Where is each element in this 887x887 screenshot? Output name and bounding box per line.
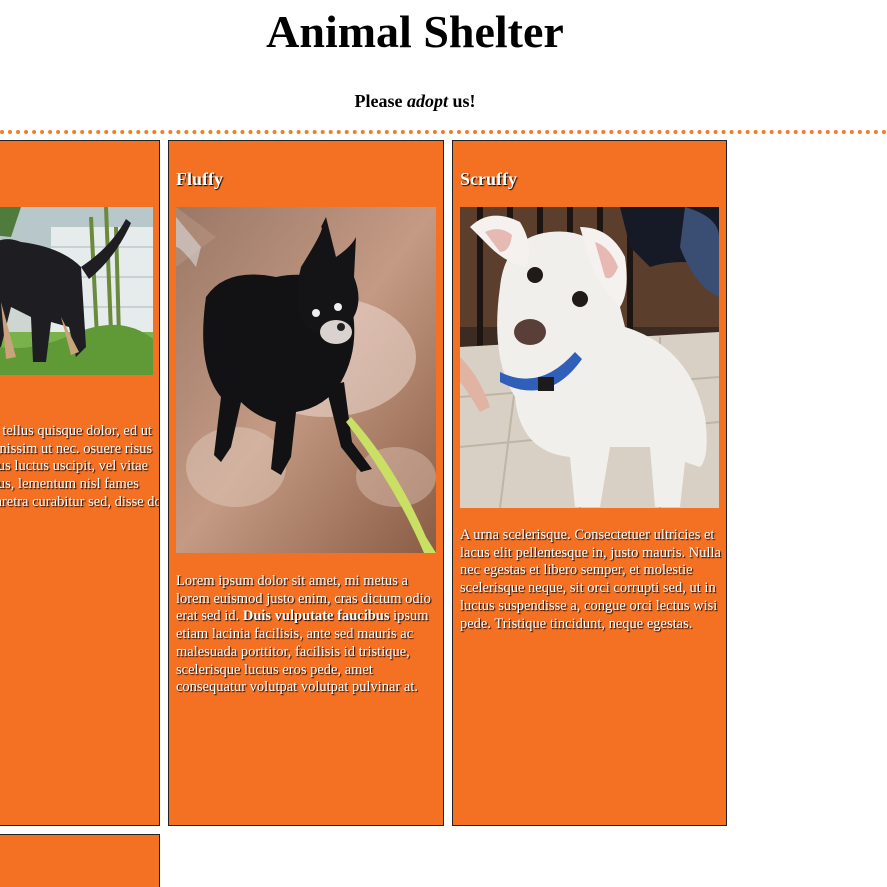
pet-description: uat tellus quisque dolor, ed ut dignissi… xyxy=(0,423,159,510)
pet-name: Scruffy xyxy=(460,169,517,189)
pet-photo-fluffy xyxy=(176,207,436,553)
subtitle-emphasis: adopt xyxy=(406,91,448,111)
pet-card-fluffy: Fluffy Lorem ipsum dolor sit amet, mi me… xyxy=(168,140,444,826)
page-title: Animal Shelter xyxy=(266,6,564,57)
pet-card-scruffy: Scruffy A urna scelerisque. Consectetuer… xyxy=(452,140,727,826)
pet-description: A urna scelerisque. Consectetuer ultrici… xyxy=(460,527,721,632)
pet-card-partial: uat tellus quisque dolor, ed ut dignissi… xyxy=(0,140,160,826)
description-bold: Duis vulputate faucibus xyxy=(242,608,390,625)
page-subtitle: Please adopt us! xyxy=(0,90,830,112)
page: Animal Shelter Please adopt us! tellus q… xyxy=(0,0,887,887)
pet-name: Fluffy xyxy=(176,169,223,189)
pet-description: Lorem ipsum dolor sit amet, mi metus a l… xyxy=(176,573,438,697)
dotted-divider xyxy=(0,130,887,134)
pet-card-partial-bottom xyxy=(0,834,160,887)
subtitle-text-end: us! xyxy=(447,91,476,111)
subtitle-text-start: Please xyxy=(354,91,407,111)
pet-photo-scruffy xyxy=(460,207,719,508)
pet-photo-dog-small xyxy=(0,207,153,375)
